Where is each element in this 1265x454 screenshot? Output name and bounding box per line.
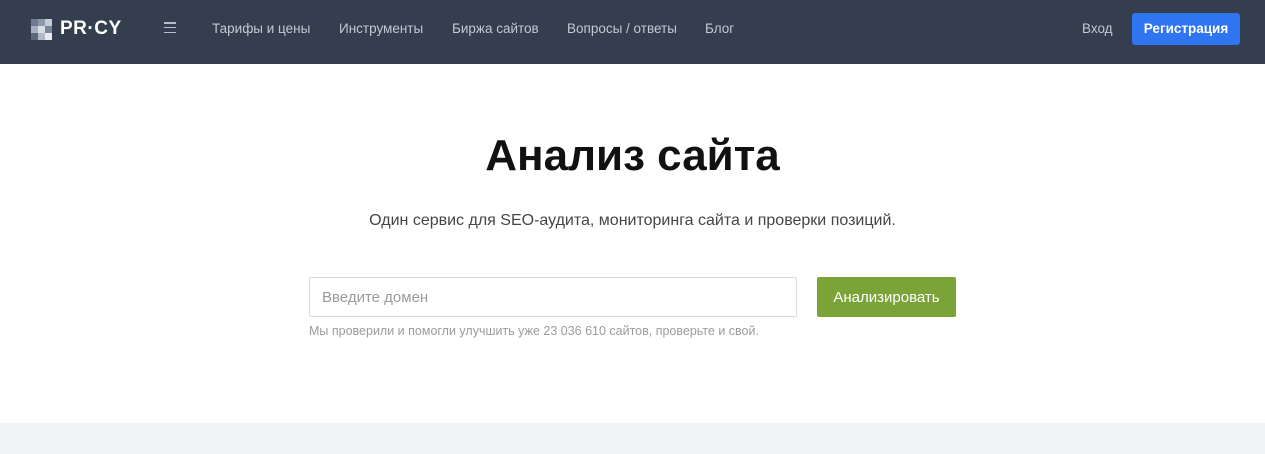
analyze-button[interactable]: Анализировать: [817, 277, 956, 317]
nav-link-pricing[interactable]: Тарифы и цены: [212, 20, 310, 38]
sites-checked-hint: Мы проверили и помогли улучшить уже 23 0…: [309, 324, 759, 338]
nav-link-qa[interactable]: Вопросы / ответы: [567, 20, 677, 38]
page-subtitle: Один сервис для SEO-аудита, мониторинга …: [369, 212, 896, 229]
nav-link-blog[interactable]: Блог: [705, 20, 734, 38]
hamburger-menu-icon[interactable]: [164, 22, 176, 33]
nav-link-site-exchange[interactable]: Биржа сайтов: [452, 20, 539, 38]
register-button[interactable]: Регистрация: [1132, 13, 1240, 45]
site-logo[interactable]: PR·CY: [31, 18, 122, 40]
nav-link-tools[interactable]: Инструменты: [339, 20, 423, 38]
logo-text: PR·CY: [60, 18, 122, 39]
page-title: Анализ сайта: [485, 131, 780, 180]
login-link[interactable]: Вход: [1082, 20, 1113, 38]
domain-input[interactable]: [309, 277, 797, 317]
pixel-grid-logo-icon: [31, 18, 52, 40]
top-navigation-bar: PR·CY Тарифы и цены Инструменты Биржа са…: [0, 0, 1265, 64]
next-section-band: [0, 423, 1265, 454]
